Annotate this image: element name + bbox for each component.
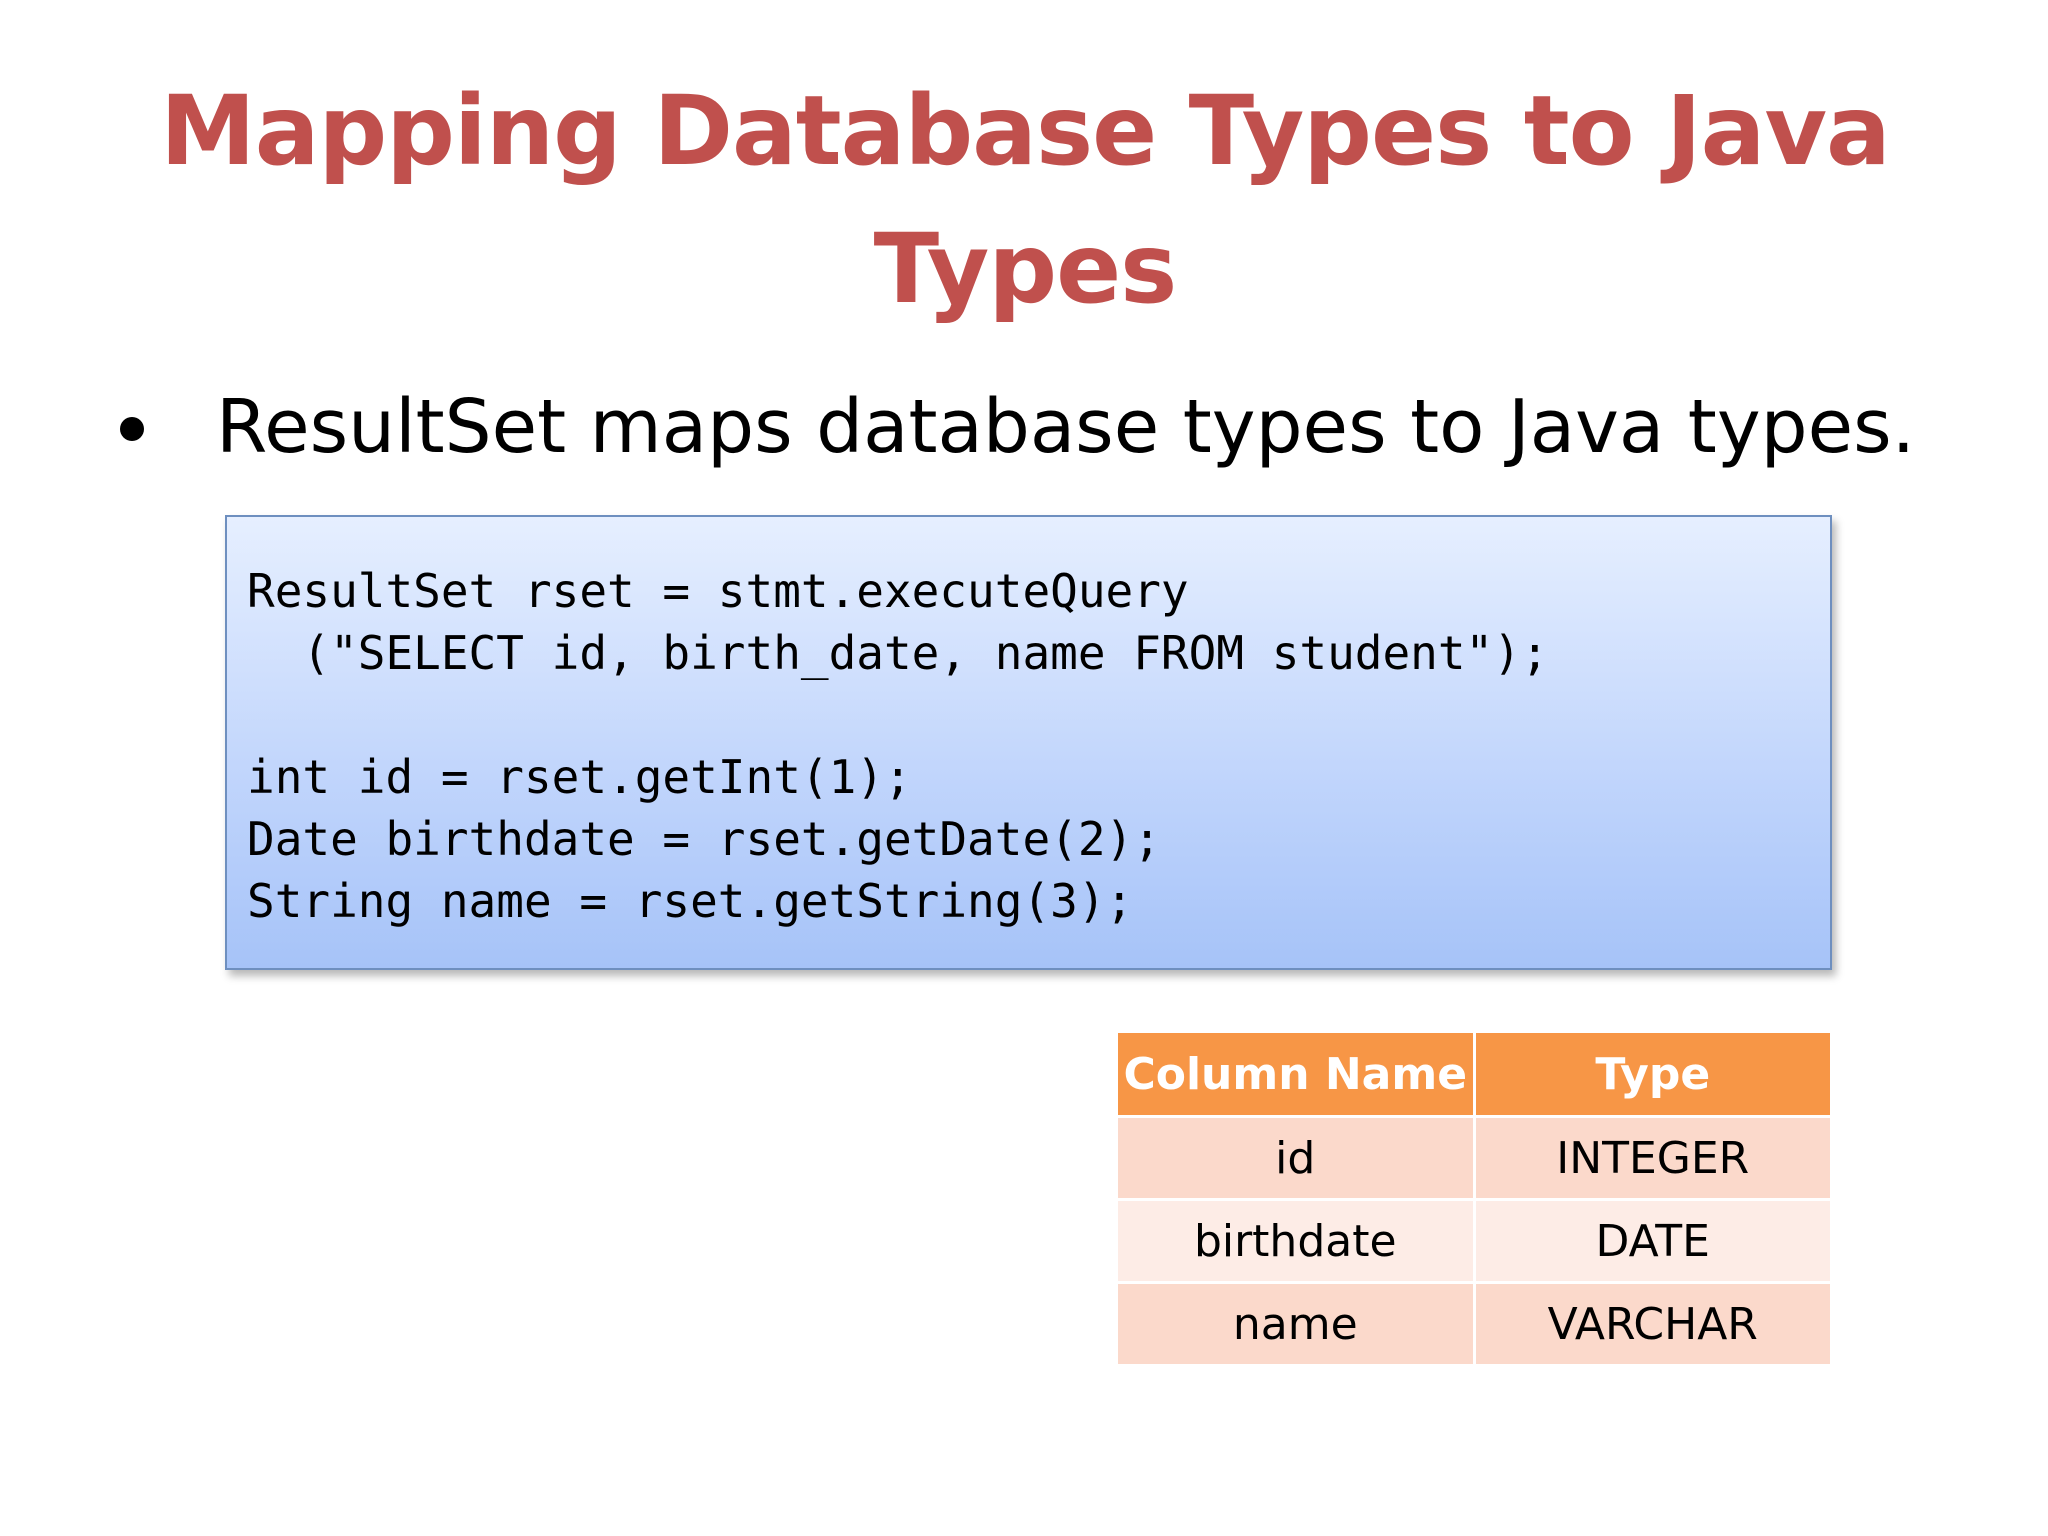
code-block: ResultSet rset = stmt.executeQuery ("SEL… xyxy=(225,515,1832,970)
code-line: String name = rset.getString(3); xyxy=(247,874,1134,928)
table-row: id INTEGER xyxy=(1115,1115,1833,1201)
slide-title-line-1: Mapping Database Types to Java xyxy=(160,75,1891,187)
table-cell-column-name: birthdate xyxy=(1115,1198,1476,1284)
slide: Mapping Database Types to Java Types Res… xyxy=(0,0,2048,1536)
table-header-column-name: Column Name xyxy=(1115,1030,1476,1118)
table-cell-type: INTEGER xyxy=(1472,1115,1833,1201)
table-row: birthdate DATE xyxy=(1115,1198,1833,1284)
code-line: int id = rset.getInt(1); xyxy=(247,750,912,804)
slide-title-line-2: Types xyxy=(873,213,1178,325)
table-cell-column-name: id xyxy=(1115,1115,1476,1201)
bullet-item: ResultSet maps database types to Java ty… xyxy=(120,372,1915,482)
bullet-dot-icon xyxy=(120,417,144,441)
code-line: ResultSet rset = stmt.executeQuery xyxy=(247,564,1189,618)
table-cell-column-name: name xyxy=(1115,1281,1476,1367)
table-row: name VARCHAR xyxy=(1115,1281,1833,1367)
table-header-type: Type xyxy=(1472,1030,1833,1118)
type-mapping-table: Column Name Type id INTEGER birthdate DA… xyxy=(1115,1030,1833,1367)
table-cell-type: VARCHAR xyxy=(1472,1281,1833,1367)
table-header-row: Column Name Type xyxy=(1115,1030,1833,1118)
code-line: ("SELECT id, birth_date, name FROM stude… xyxy=(247,626,1549,680)
bullet-text: ResultSet maps database types to Java ty… xyxy=(216,384,1916,470)
code-line: Date birthdate = rset.getDate(2); xyxy=(247,812,1161,866)
slide-title: Mapping Database Types to Java Types xyxy=(150,62,1900,338)
table-cell-type: DATE xyxy=(1472,1198,1833,1284)
